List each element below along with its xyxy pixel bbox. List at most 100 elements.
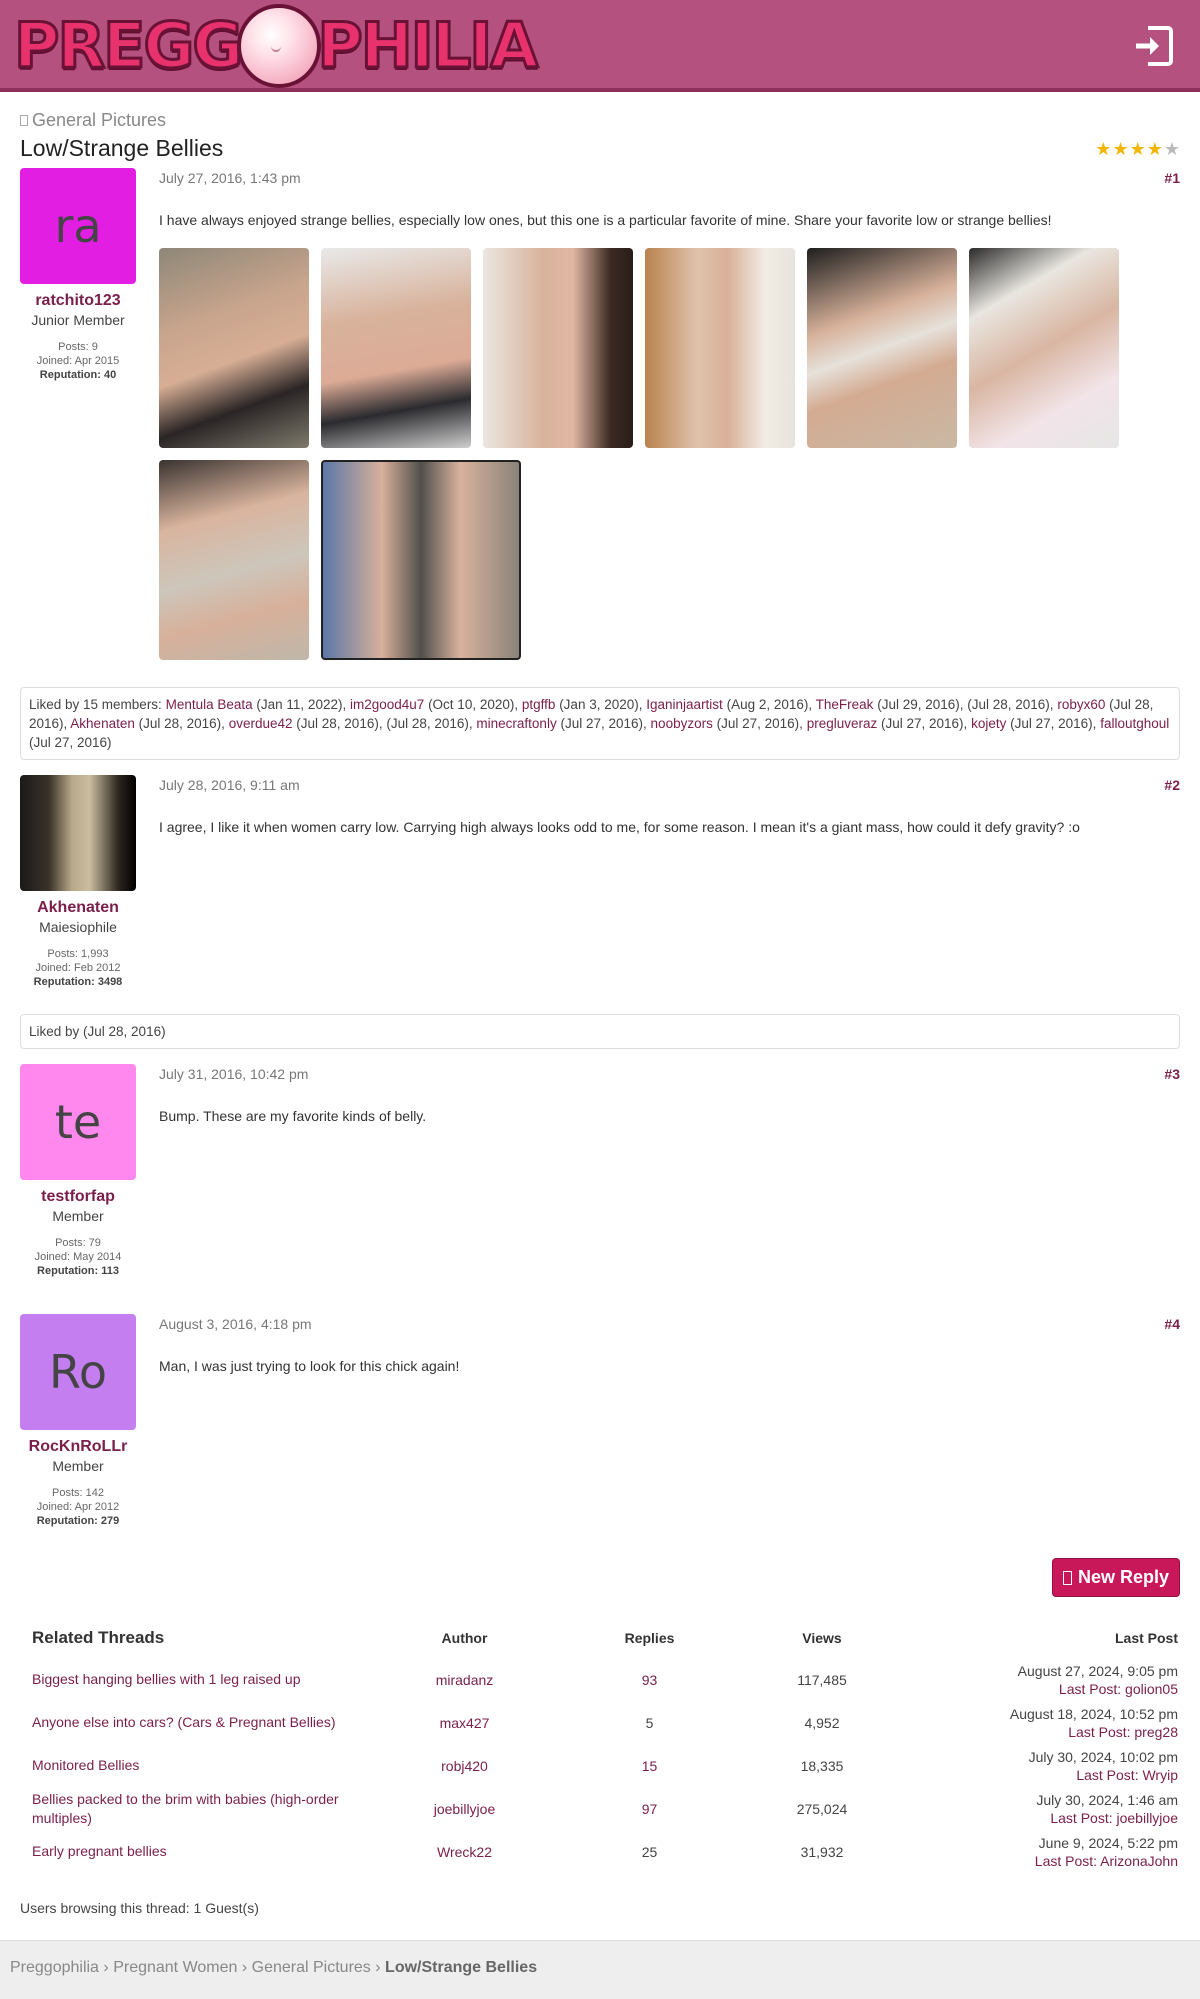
liker-link[interactable]: TheFreak — [816, 697, 874, 712]
table-row: Bellies packed to the brim with babies (… — [20, 1787, 1180, 1830]
attachment-thumbnail[interactable] — [321, 460, 521, 660]
user-posts: Posts: 79 — [55, 1237, 101, 1249]
replies-link[interactable]: 97 — [557, 1787, 742, 1830]
breadcrumb-separator: › — [375, 1959, 381, 1976]
logo-text-right: PHILIA — [316, 9, 540, 82]
author-link[interactable]: miradanz — [372, 1658, 557, 1701]
attachment-thumbnail[interactable] — [321, 248, 471, 448]
username[interactable]: ratchito123 — [20, 292, 136, 310]
avatar[interactable]: ra — [20, 168, 136, 284]
like-date: (Jul 27, 2016) — [29, 735, 112, 750]
last-post-link[interactable]: Last Post: Wryip — [902, 1766, 1178, 1784]
user-title: Member — [52, 1458, 104, 1474]
forum-breadcrumb[interactable]: General Pictures — [20, 110, 1180, 131]
breadcrumb-separator: › — [241, 1959, 248, 1976]
thread-link[interactable]: Bellies packed to the brim with babies (… — [20, 1787, 372, 1830]
post-meta: July 31, 2016, 10:42 pm #3 — [159, 1066, 1180, 1082]
thread-link[interactable]: Anyone else into cars? (Cars & Pregnant … — [20, 1701, 372, 1744]
column-header-author: Author — [441, 1630, 488, 1646]
attachment-thumbnail[interactable] — [483, 248, 633, 448]
user-title: Junior Member — [31, 312, 125, 328]
like-date: (Jul 27, 2016), — [560, 716, 647, 731]
views-count: 31,932 — [800, 1843, 844, 1860]
avatar[interactable]: Ro — [20, 1314, 136, 1430]
post: Ro RocKnRoLLr Member Posts: 142 Joined: … — [20, 1314, 1180, 1528]
forum-link[interactable]: General Pictures — [32, 110, 166, 131]
avatar[interactable] — [20, 775, 136, 891]
thread-rating[interactable]: ★ ★ ★ ★ ★ — [1095, 140, 1180, 158]
new-reply-label: New Reply — [1077, 1567, 1169, 1587]
last-post-link[interactable]: Last Post: ArizonaJohn — [902, 1852, 1178, 1870]
liker-link[interactable]: robyx60 — [1057, 697, 1105, 712]
attachment-thumbnail[interactable] — [969, 248, 1119, 448]
breadcrumb-forum[interactable]: General Pictures — [252, 1959, 371, 1976]
liker-link[interactable]: overdue42 — [229, 716, 293, 731]
breadcrumb-category[interactable]: Pregnant Women — [113, 1959, 237, 1976]
liker-link[interactable]: ptgffb — [522, 697, 556, 712]
author-link[interactable]: max427 — [372, 1701, 557, 1744]
breadcrumb-separator: › — [103, 1959, 109, 1976]
post-author: Ro RocKnRoLLr Member Posts: 142 Joined: … — [20, 1314, 136, 1528]
replies-link[interactable]: 15 — [557, 1744, 742, 1787]
thread-link[interactable]: Biggest hanging bellies with 1 leg raise… — [20, 1658, 372, 1701]
author-link[interactable]: joebillyjoe — [372, 1787, 557, 1830]
column-header-replies: Replies — [624, 1630, 675, 1646]
last-post-link[interactable]: Last Post: preg28 — [902, 1723, 1178, 1741]
replies-count: 25 — [641, 1843, 658, 1860]
thread-link[interactable]: Monitored Bellies — [20, 1744, 372, 1787]
post-number-link[interactable]: #4 — [1164, 1316, 1180, 1332]
liker-link[interactable]: kojety — [971, 716, 1006, 731]
liker-link[interactable]: im2good4u7 — [350, 697, 424, 712]
sign-in-icon[interactable] — [1132, 24, 1174, 68]
liker-link[interactable]: noobyzors — [651, 716, 713, 731]
thread-title-row: Low/Strange Bellies ★ ★ ★ ★ ★ — [20, 135, 1180, 162]
liker-link[interactable]: Iganinjaartist — [646, 697, 723, 712]
post-body: July 31, 2016, 10:42 pm #3 Bump. These a… — [136, 1064, 1180, 1278]
liker-link[interactable]: minecraftonly — [476, 716, 556, 731]
user-posts: Posts: 9 — [58, 341, 98, 353]
username[interactable]: testforfap — [20, 1188, 136, 1206]
likes-text: Liked by (Jul 28, 2016) — [29, 1024, 166, 1039]
logo-ball-icon — [237, 4, 322, 88]
post: te testforfap Member Posts: 79 Joined: M… — [20, 1064, 1180, 1278]
site-logo[interactable]: PREGG PHILIA — [12, 4, 540, 88]
liker-link[interactable]: Akhenaten — [70, 716, 135, 731]
post-number-link[interactable]: #3 — [1164, 1066, 1180, 1082]
post-number-link[interactable]: #1 — [1164, 170, 1180, 186]
last-post-cell: August 18, 2024, 10:52 pm Last Post: preg… — [902, 1701, 1180, 1744]
avatar[interactable]: te — [20, 1064, 136, 1180]
post-number-link[interactable]: #2 — [1164, 777, 1180, 793]
star-icon[interactable]: ★ — [1130, 140, 1146, 158]
liker-link[interactable]: pregluveraz — [807, 716, 878, 731]
post-meta: July 28, 2016, 9:11 am #2 — [159, 777, 1180, 793]
author-link[interactable]: Wreck22 — [372, 1830, 557, 1873]
attachment-thumbnail[interactable] — [159, 248, 309, 448]
table-row: Early pregnant bellies Wreck22 25 31,932… — [20, 1830, 1180, 1873]
last-post-cell: July 30, 2024, 10:02 pm Last Post: Wryip — [902, 1744, 1180, 1787]
thread-content: General Pictures Low/Strange Bellies ★ ★… — [0, 110, 1200, 1528]
attachment-thumbnail[interactable] — [645, 248, 795, 448]
star-icon[interactable]: ★ — [1112, 140, 1128, 158]
breadcrumb-home[interactable]: Preggophilia — [10, 1959, 99, 1976]
likes-box: Liked by 15 members: Mentula Beata (Jan … — [20, 687, 1180, 760]
liker-link[interactable]: Mentula Beata — [166, 697, 253, 712]
liker-link[interactable]: falloutghoul — [1100, 716, 1169, 731]
post-body: August 3, 2016, 4:18 pm #4 Man, I was ju… — [136, 1314, 1180, 1528]
last-post-link[interactable]: Last Post: golion05 — [902, 1680, 1178, 1698]
star-empty-icon[interactable]: ★ — [1164, 140, 1180, 158]
attachment-thumbnail[interactable] — [159, 460, 309, 660]
thread-link[interactable]: Early pregnant bellies — [20, 1830, 372, 1873]
username[interactable]: Akhenaten — [20, 899, 136, 917]
star-icon[interactable]: ★ — [1095, 140, 1111, 158]
likes-box: Liked by (Jul 28, 2016) — [20, 1014, 1180, 1049]
new-reply-button[interactable]: New Reply — [1051, 1558, 1180, 1597]
username[interactable]: RocKnRoLLr — [20, 1438, 136, 1456]
author-link[interactable]: robj420 — [372, 1744, 557, 1787]
reply-icon — [1062, 1570, 1072, 1585]
attachment-thumbnail[interactable] — [807, 248, 957, 448]
star-icon[interactable]: ★ — [1147, 140, 1163, 158]
last-post-link[interactable]: Last Post: joebillyjoe — [902, 1809, 1178, 1827]
user-title: Maiesiophile — [39, 919, 117, 935]
image-gallery — [159, 248, 1159, 660]
replies-link[interactable]: 93 — [557, 1658, 742, 1701]
